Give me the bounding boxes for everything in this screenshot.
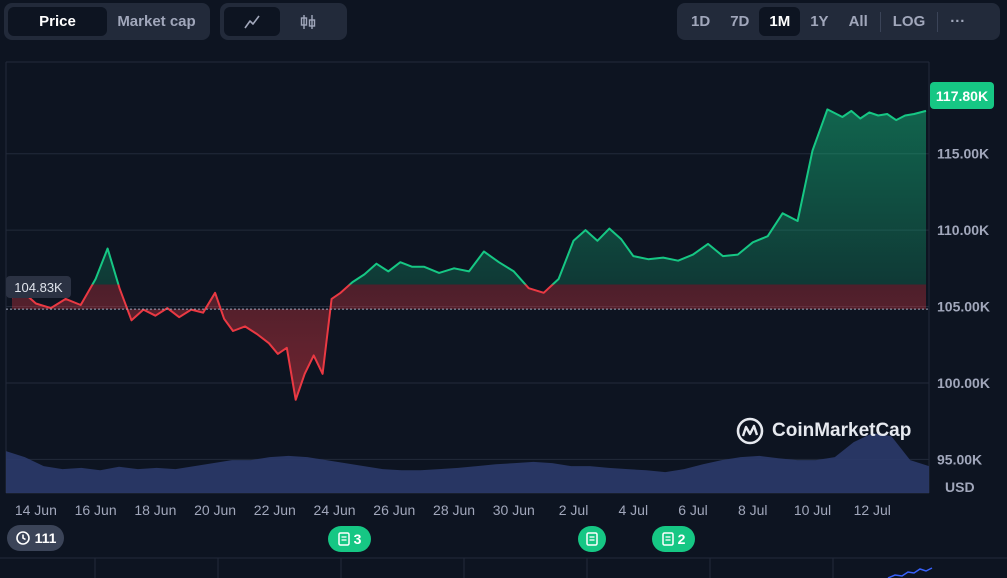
x-tick-label: 28 Jun: [433, 502, 475, 518]
x-tick-label: 4 Jul: [618, 502, 648, 518]
news-marker[interactable]: 2: [652, 526, 695, 552]
x-tick-label: 18 Jun: [134, 502, 176, 518]
brand-name: CoinMarketCap: [772, 420, 912, 441]
x-axis-labels: 14 Jun 16 Jun 18 Jun 20 Jun 22 Jun 24 Jun 26 J…: [15, 502, 891, 518]
y-tick-label: 115.00K: [937, 146, 989, 162]
x-tick-label: 26 Jun: [373, 502, 415, 518]
document-icon: [337, 532, 350, 546]
x-tick-label: 12 Jul: [854, 502, 891, 518]
y-tick-label: 105.00K: [937, 299, 990, 315]
navigator-line: [887, 567, 933, 578]
news-marker[interactable]: 3: [328, 526, 371, 552]
currency-label: USD: [945, 479, 975, 495]
history-icon: [15, 531, 30, 545]
current-price-tag: 117.80K: [930, 82, 994, 109]
navigator-strip[interactable]: [0, 556, 1007, 578]
brand-watermark: CoinMarketCap: [735, 416, 911, 446]
x-tick-label: 8 Jul: [738, 502, 768, 518]
y-tick-label: 100.00K: [937, 375, 990, 391]
x-tick-label: 10 Jul: [794, 502, 831, 518]
price-chart[interactable]: 115.00K 110.00K 105.00K 100.00K 95.00K 14 Ju…: [0, 0, 1007, 578]
reference-price-tag: 104.83K: [6, 276, 71, 298]
history-button[interactable]: 111: [7, 525, 64, 551]
x-tick-label: 14 Jun: [15, 502, 57, 518]
x-tick-label: 22 Jun: [254, 502, 296, 518]
y-tick-label: 110.00K: [937, 222, 989, 238]
document-icon: [661, 532, 674, 546]
x-tick-label: 16 Jun: [75, 502, 117, 518]
x-tick-label: 2 Jul: [559, 502, 589, 518]
y-tick-label: 95.00K: [937, 451, 982, 467]
coinmarketcap-logo-icon: [736, 417, 764, 445]
x-tick-label: 30 Jun: [493, 502, 535, 518]
news-count: 2: [677, 531, 686, 547]
news-count: 3: [353, 531, 362, 547]
x-tick-label: 20 Jun: [194, 502, 236, 518]
document-icon: [586, 532, 598, 546]
price-area: [11, 108, 927, 401]
area-fill-up: [92, 109, 926, 285]
x-tick-label: 6 Jul: [678, 502, 708, 518]
x-tick-label: 24 Jun: [314, 502, 356, 518]
news-marker[interactable]: [578, 526, 606, 552]
history-count: 111: [34, 530, 57, 546]
y-axis-labels: 115.00K 110.00K 105.00K 100.00K 95.00K: [937, 146, 990, 468]
